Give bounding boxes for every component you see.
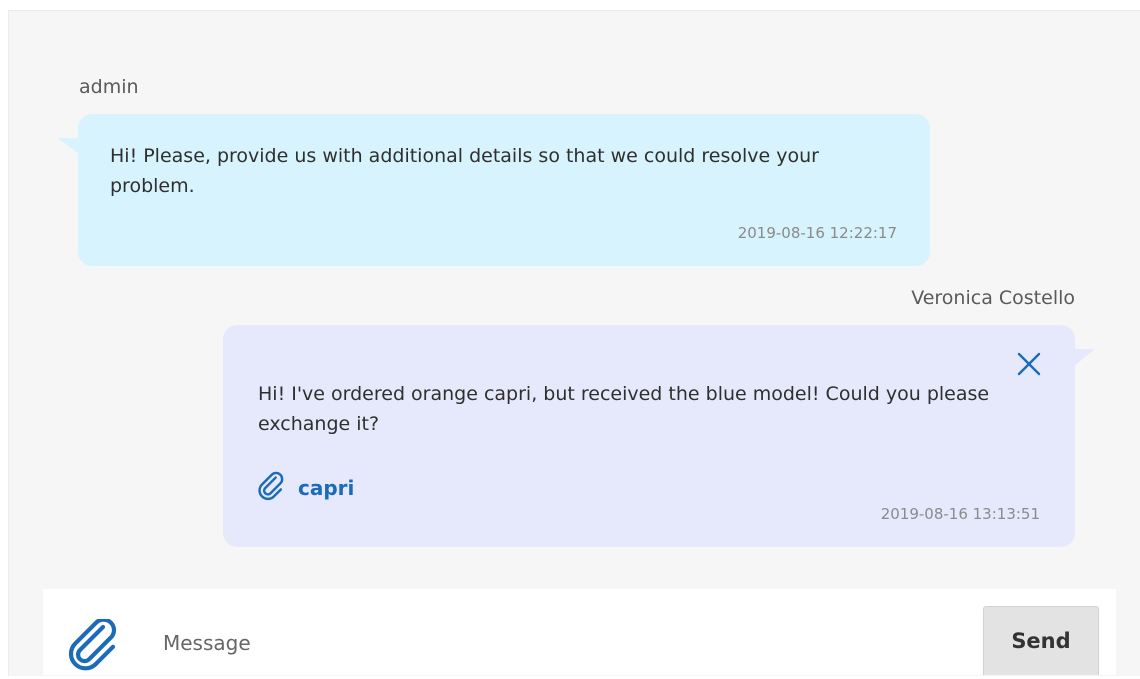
paperclip-icon[interactable] <box>67 617 123 675</box>
bubble-tail <box>1073 349 1095 367</box>
message-text: Hi! Please, provide us with additional d… <box>110 145 819 197</box>
message-sender: Veronica Costello <box>911 287 1075 309</box>
paperclip-icon <box>256 471 286 505</box>
send-button[interactable]: Send <box>983 606 1099 675</box>
message-timestamp: 2019-08-16 13:13:51 <box>880 505 1040 523</box>
message-timestamp: 2019-08-16 12:22:17 <box>737 224 897 242</box>
close-icon[interactable] <box>1015 350 1043 378</box>
attachment-link[interactable]: capri <box>256 471 354 505</box>
message-text: Hi! I've ordered orange capri, but recei… <box>258 383 990 435</box>
message-composer: Send <box>43 589 1116 675</box>
admin-message-bubble: Hi! Please, provide us with additional d… <box>78 114 930 266</box>
message-sender: admin <box>79 76 139 98</box>
message-input[interactable] <box>161 622 965 664</box>
customer-message-bubble: Hi! I've ordered orange capri, but recei… <box>223 325 1075 547</box>
attachment-name[interactable]: capri <box>298 476 354 500</box>
